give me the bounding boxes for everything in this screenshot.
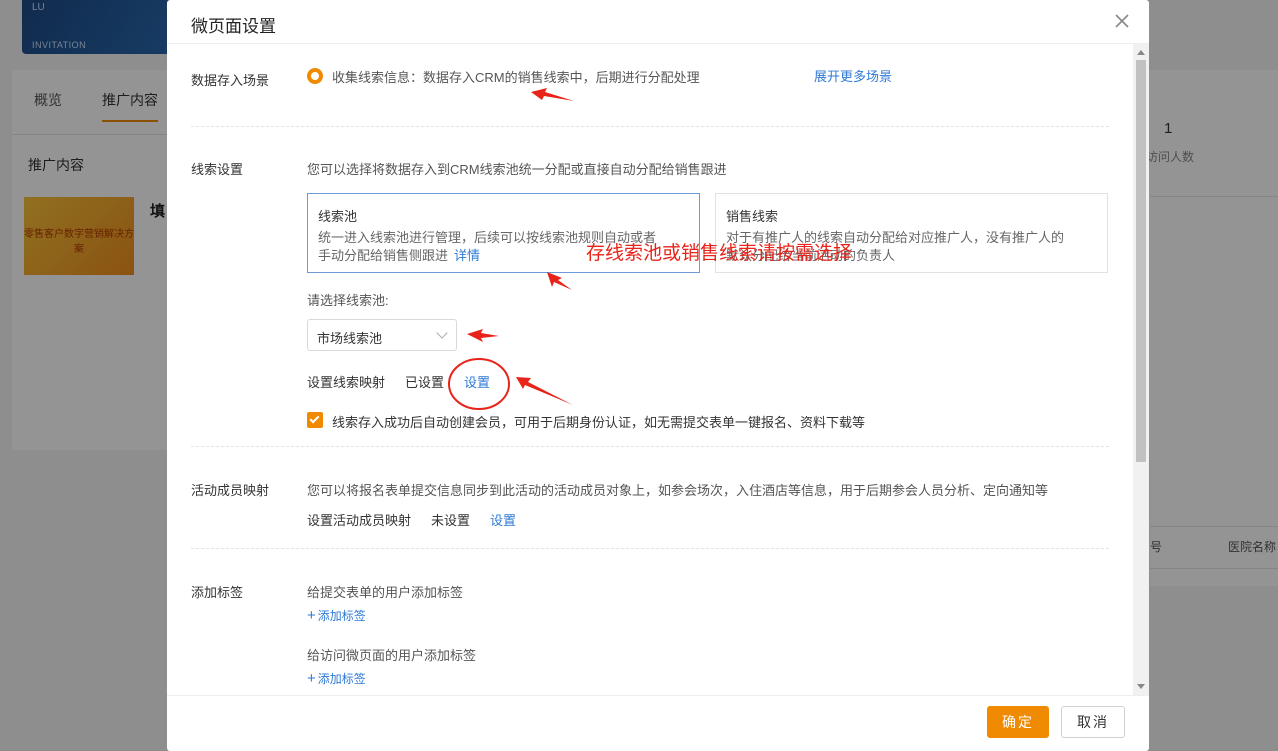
lead-pool-select[interactable]: 市场线索池 (307, 319, 457, 351)
scene-radio[interactable] (307, 68, 323, 84)
lead-settings-label: 线索设置 (191, 162, 244, 177)
lead-settings-description: 您可以选择将数据存入到CRM线索池统一分配或直接自动分配给销售跟进 (307, 162, 727, 177)
lead-pool-select-value: 市场线索池 (317, 331, 383, 346)
submit-users-tag-label: 给提交表单的用户添加标签 (307, 585, 464, 600)
member-mapping-settings-link[interactable]: 设置 (490, 510, 516, 529)
add-tag-button[interactable]: + 添加标签 (307, 670, 366, 687)
auto-member-checkbox[interactable] (307, 412, 323, 428)
member-mapping-setting-label: 设置活动成员映射 (307, 513, 412, 528)
scene-option-text[interactable]: 收集线索信息：数据存入CRM的销售线索中，后期进行分配处理 (332, 67, 700, 86)
page-settings-modal: 微页面设置 数据存入场景 收集线索信息：数据存入CRM的销售线索中，后期进行分配… (167, 0, 1149, 751)
member-mapping-description: 您可以将报名表单提交信息同步到此活动的活动成员对象上，如参会场次，入住酒店等信息… (307, 483, 1049, 498)
pool-select-label: 请选择线索池: (307, 293, 389, 308)
auto-member-text: 线索存入成功后自动创建会员，可用于后期身份认证，如无需提交表单一键报名、资料下载… (332, 415, 866, 430)
plus-icon: + (307, 607, 316, 624)
modal-header: 微页面设置 (167, 0, 1149, 44)
divider (191, 548, 1109, 549)
divider (191, 126, 1109, 127)
cancel-button[interactable]: 取消 (1061, 706, 1125, 738)
modal-footer: 确定 取消 (167, 695, 1149, 751)
data-scene-label: 数据存入场景 (191, 73, 270, 88)
tags-label: 添加标签 (191, 585, 244, 600)
member-mapping-label: 活动成员映射 (191, 483, 270, 498)
visit-users-tag-label: 给访问微页面的用户添加标签 (307, 648, 477, 663)
add-tag-button[interactable]: + 添加标签 (307, 607, 366, 624)
modal-title: 微页面设置 (191, 17, 276, 36)
scroll-down-arrow-icon[interactable] (1137, 684, 1145, 689)
modal-body: 数据存入场景 收集线索信息：数据存入CRM的销售线索中，后期进行分配处理 展开更… (167, 44, 1133, 695)
confirm-button[interactable]: 确定 (987, 706, 1049, 738)
scrollbar[interactable] (1133, 44, 1149, 695)
divider (191, 446, 1109, 447)
scroll-thumb[interactable] (1136, 60, 1146, 462)
lead-pool-desc-text: 手动分配给销售侧跟进 (318, 248, 449, 263)
more-scenes-link[interactable]: 展开更多场景 (814, 66, 892, 85)
annotation-text: 存线索池或销售线索请按需选择 (586, 243, 853, 264)
detail-link[interactable]: 详情 (454, 248, 480, 263)
plus-icon: + (307, 670, 316, 687)
lead-pool-title: 线索池 (318, 209, 358, 224)
sales-lead-title: 销售线索 (726, 209, 779, 224)
add-tag-text: 添加标签 (317, 672, 366, 686)
add-tag-text: 添加标签 (317, 609, 366, 623)
member-mapping-status: 未设置 (431, 513, 471, 528)
lead-mapping-label: 设置线索映射 (307, 375, 386, 390)
lead-mapping-settings-link[interactable]: 设置 (464, 372, 490, 391)
lead-mapping-status: 已设置 (405, 375, 445, 390)
scroll-up-arrow-icon[interactable] (1137, 50, 1145, 55)
check-icon (309, 413, 320, 424)
close-icon[interactable] (1113, 12, 1131, 30)
chevron-down-icon (436, 327, 448, 339)
